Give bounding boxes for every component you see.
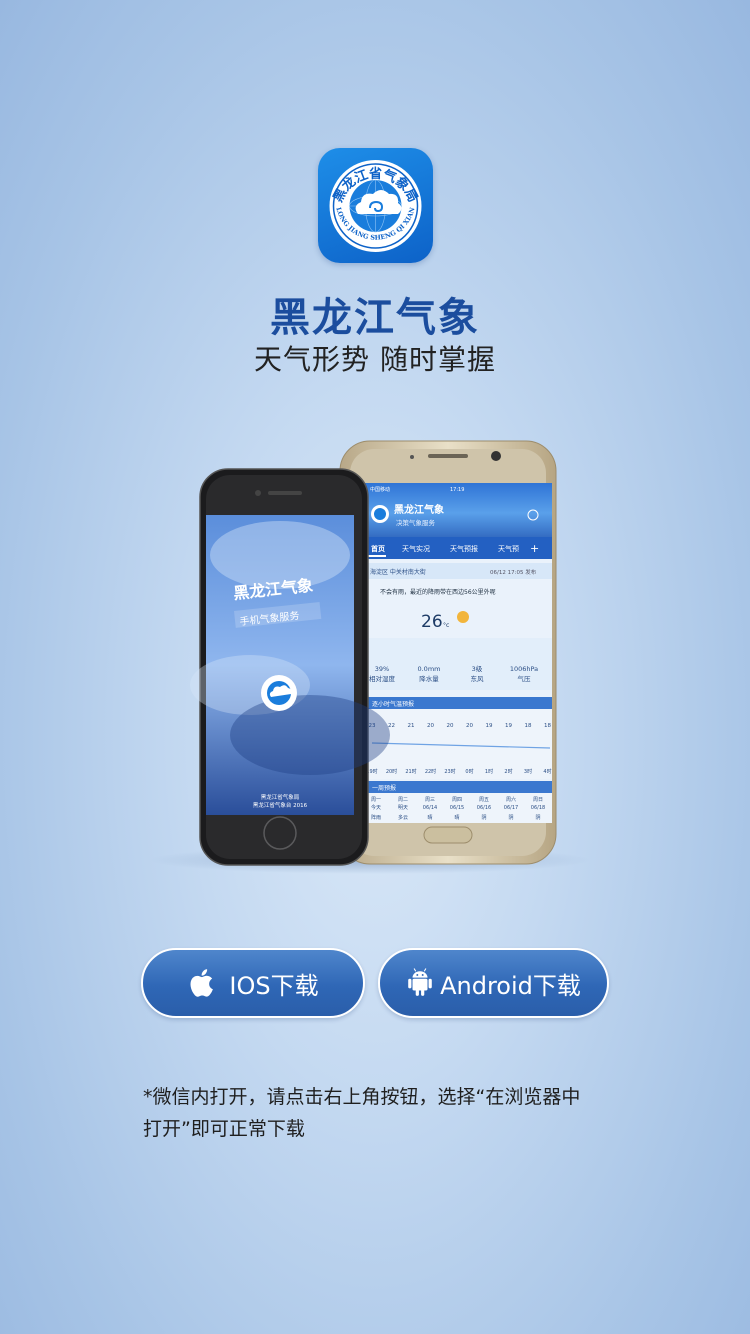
svg-text:一周预报: 一周预报: [372, 784, 396, 792]
svg-text:黑龙江省气象台 2016: 黑龙江省气象台 2016: [253, 801, 308, 809]
svg-text:天气实况: 天气实况: [402, 544, 430, 553]
hourly-temp: 20: [447, 723, 454, 729]
svg-text:天气预报: 天气预报: [450, 544, 478, 553]
weekly-weather: 阴: [508, 814, 513, 821]
weekly-day: 周二: [398, 797, 408, 803]
svg-text:天气预: 天气预: [498, 544, 519, 553]
hourly-temp: 19: [505, 723, 512, 729]
svg-text:决策气象服务: 决策气象服务: [396, 518, 436, 527]
hourly-time: 20时: [386, 768, 397, 775]
android-download-button[interactable]: Android下载: [378, 948, 609, 1018]
hourly-temp: 20: [427, 723, 434, 729]
weekly-day: 周六: [506, 796, 516, 803]
weekly-date: 06/14: [423, 805, 437, 811]
svg-text:26: 26: [421, 612, 443, 632]
weekly-weather: 晴: [454, 814, 459, 821]
hourly-time: 22时: [425, 768, 436, 775]
wechat-instruction-note: *微信内打开，请点击右上角按钮，选择“在浏览器中 打开”即可正常下载: [143, 1081, 623, 1145]
hourly-temp: 20: [466, 723, 473, 729]
weekly-day: 周一: [371, 797, 381, 803]
note-line-2: 打开”即可正常下载: [143, 1118, 305, 1140]
hourly-time: 1时: [485, 768, 493, 775]
hourly-time: 2时: [504, 768, 512, 775]
svg-text:相对湿度: 相对湿度: [369, 674, 396, 683]
weekly-day: 周三: [425, 797, 435, 803]
weekly-date: 06/17: [504, 805, 518, 811]
weekly-date: 06/18: [531, 805, 545, 811]
svg-text:1006hPa: 1006hPa: [510, 665, 538, 673]
weekly-weather: 晴: [427, 814, 432, 821]
weekly-date: 今天: [371, 804, 381, 811]
svg-text:逐小时气温预报: 逐小时气温预报: [372, 700, 414, 708]
ios-download-button[interactable]: IOS下载: [141, 948, 365, 1018]
ios-phone-mockup: 黑龙江气象 手机气象服务 黑龙江省气象局 黑龙江省气象台 2016: [190, 468, 390, 866]
svg-text:不会有雨，最近的降雨带在西边56公里外呢: 不会有雨，最近的降雨带在西边56公里外呢: [380, 588, 496, 596]
android-icon: [406, 968, 434, 998]
svg-text:海淀区 中关村南大街: 海淀区 中关村南大街: [370, 568, 426, 576]
apple-icon: [187, 968, 215, 998]
weekly-date: 06/15: [450, 805, 464, 811]
hourly-time: 0时: [465, 768, 473, 775]
hourly-temp: 18: [544, 723, 551, 729]
note-line-1: *微信内打开，请点击右上角按钮，选择“在浏览器中: [143, 1086, 581, 1108]
weekly-date: 明天: [398, 805, 408, 811]
hourly-temp: 19: [486, 723, 493, 729]
svg-text:首页: 首页: [371, 544, 385, 553]
hourly-time: 21时: [405, 768, 416, 775]
weekly-date: 06/16: [477, 805, 491, 811]
hourly-temp: 21: [408, 723, 415, 729]
svg-text:°c: °c: [443, 622, 449, 629]
svg-text:黑龙江省气象局: 黑龙江省气象局: [261, 793, 300, 801]
phone-mockup-image: 中国移动 17:19 黑龙江气象 决策气象服务 首页 天气实况 天气预报 天气预…: [150, 435, 600, 885]
weekly-weather: 阴: [535, 814, 540, 821]
android-phone-mockup: 中国移动 17:19 黑龙江气象 决策气象服务 首页 天气实况 天气预报 天气预…: [339, 440, 557, 865]
weekly-weather: 阵雨: [371, 814, 381, 821]
svg-text:+: +: [530, 542, 539, 555]
hourly-time: 4时: [543, 768, 551, 775]
app-tagline: 天气形势 随时掌握: [254, 343, 496, 376]
svg-text:0.0mm: 0.0mm: [417, 665, 440, 673]
svg-text:17:19: 17:19: [450, 487, 464, 493]
ios-download-label: IOS下载: [229, 971, 319, 1000]
weekly-day: 周四: [452, 797, 462, 803]
svg-text:中国移动: 中国移动: [370, 486, 390, 493]
weekly-weather: 阴: [481, 814, 486, 821]
app-logo-icon: 黑龙江省气象局 HEI LONG JIANG SHENG QI XIANG JU: [318, 148, 433, 263]
svg-text:3级: 3级: [472, 664, 483, 673]
svg-text:东风: 东风: [471, 674, 485, 683]
weekly-day: 周五: [479, 797, 489, 803]
hourly-temp: 18: [525, 723, 532, 729]
hourly-time: 3时: [524, 768, 532, 775]
hourly-temp: 22: [388, 723, 395, 729]
weekly-day: 周日: [533, 797, 543, 803]
weekly-weather: 多云: [398, 814, 408, 821]
svg-text:39%: 39%: [375, 665, 389, 673]
app-title: 黑龙江气象: [270, 295, 480, 341]
svg-text:气压: 气压: [518, 674, 532, 683]
svg-text:06/12 17:05 发布: 06/12 17:05 发布: [490, 568, 537, 576]
svg-text:降水量: 降水量: [419, 674, 439, 683]
android-download-label: Android下载: [440, 971, 581, 1000]
hourly-time: 23时: [444, 768, 455, 775]
svg-text:黑龙江气象: 黑龙江气象: [394, 503, 444, 516]
